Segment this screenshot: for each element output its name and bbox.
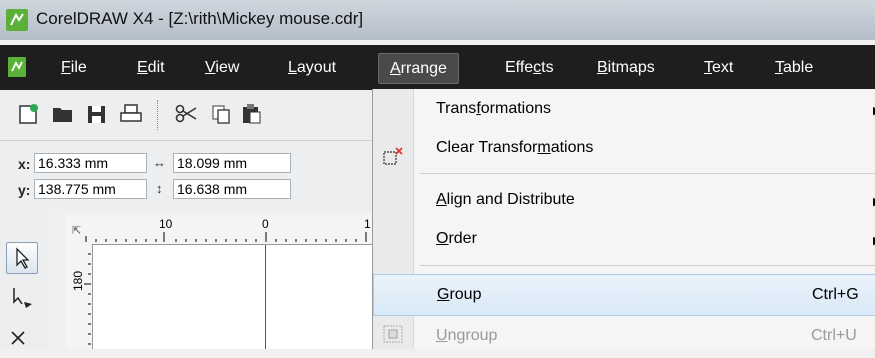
height-field[interactable] (173, 179, 291, 199)
menu-item-clear-transformations[interactable]: Clear Transformations (414, 128, 875, 170)
menu-item-label: Order (436, 230, 477, 247)
menu-item-order[interactable]: Order ▶ (414, 219, 875, 261)
pointer-icon (16, 247, 30, 269)
shape-tool-icon (13, 288, 32, 308)
standard-toolbar (0, 90, 372, 141)
menu-item-group[interactable]: Group Ctrl+G (373, 274, 875, 316)
crop-tool[interactable] (6, 320, 38, 352)
toolbox (0, 212, 48, 349)
vertical-ruler-ticks (84, 253, 91, 345)
coreldraw-app-icon[interactable] (6, 9, 28, 31)
height-icon: ↕ (156, 181, 163, 196)
save-icon[interactable] (85, 103, 109, 125)
open-folder-icon[interactable] (51, 103, 75, 125)
horizontal-ruler[interactable]: ⇱ 10 0 1 (66, 214, 372, 245)
y-position-field[interactable] (34, 179, 147, 199)
window-title: CorelDRAW X4 - [Z:\rith\Mickey mouse.cdr… (36, 9, 364, 28)
arrange-dropdown-menu: Transformations ▶ Clear Transformations … (372, 89, 875, 349)
menu-separator (420, 265, 875, 266)
menu-view[interactable]: View (205, 56, 239, 80)
width-icon: ↔ (153, 155, 166, 170)
x-position-field[interactable] (34, 153, 147, 173)
menu-arrange[interactable]: Arrange (378, 53, 459, 84)
vertical-ruler[interactable]: 180 (66, 244, 93, 349)
menu-item-transformations[interactable]: Transformations ▶ (414, 89, 875, 131)
title-bar: CorelDRAW X4 - [Z:\rith\Mickey mouse.cdr… (0, 0, 875, 40)
x-label: x: (18, 156, 31, 172)
paste-icon[interactable] (239, 103, 263, 125)
menu-item-align-distribute[interactable]: Align and Distribute ▶ (414, 180, 875, 222)
menu-item-label: Align and Distribute (436, 191, 575, 208)
ruler-tick-label: 0 (262, 217, 269, 231)
document-icon[interactable] (7, 56, 27, 78)
menu-effects[interactable]: Effects (505, 56, 554, 80)
pick-tool[interactable] (6, 242, 38, 274)
print-icon[interactable] (119, 103, 143, 125)
ruler-tick-label: 10 (159, 217, 173, 231)
y-label: y: (18, 182, 31, 198)
ruler-tick-label: 1 (364, 217, 371, 231)
menu-item-label: Group (437, 286, 482, 303)
ruler-origin-icon[interactable]: ⇱ (72, 224, 81, 237)
cut-icon[interactable] (174, 103, 198, 125)
menu-file[interactable]: File (61, 56, 87, 80)
ungroup-icon (383, 325, 403, 343)
width-field[interactable] (173, 153, 291, 173)
toolbar-divider (157, 100, 159, 130)
shape-tool[interactable] (6, 282, 38, 314)
copy-icon[interactable] (209, 103, 233, 125)
menu-bar: File Edit View Layout Arrange Effects Bi… (0, 45, 875, 90)
menu-item-ungroup[interactable]: Ungroup Ctrl+U (414, 316, 875, 358)
menu-layout[interactable]: Layout (288, 56, 336, 80)
menu-item-shortcut: Ctrl+G (812, 286, 859, 303)
menu-table[interactable]: Table (775, 56, 813, 80)
page-border (265, 245, 266, 349)
menu-item-shortcut: Ctrl+U (811, 327, 857, 344)
menu-edit[interactable]: Edit (137, 56, 165, 80)
ruler-ticks (85, 232, 367, 242)
menu-text[interactable]: Text (704, 56, 733, 80)
menu-item-label: Clear Transformations (436, 139, 594, 156)
menu-bitmaps[interactable]: Bitmaps (597, 56, 655, 80)
property-bar: x: ↔ y: ↕ (0, 141, 372, 210)
menu-item-label: Ungroup (436, 327, 498, 344)
menu-item-label: Transformations (436, 100, 552, 117)
drawing-canvas[interactable] (93, 245, 372, 349)
crop-tool-icon (11, 331, 25, 345)
new-document-icon[interactable] (16, 103, 40, 125)
clear-transformations-icon (383, 147, 403, 165)
menu-separator (420, 173, 875, 174)
